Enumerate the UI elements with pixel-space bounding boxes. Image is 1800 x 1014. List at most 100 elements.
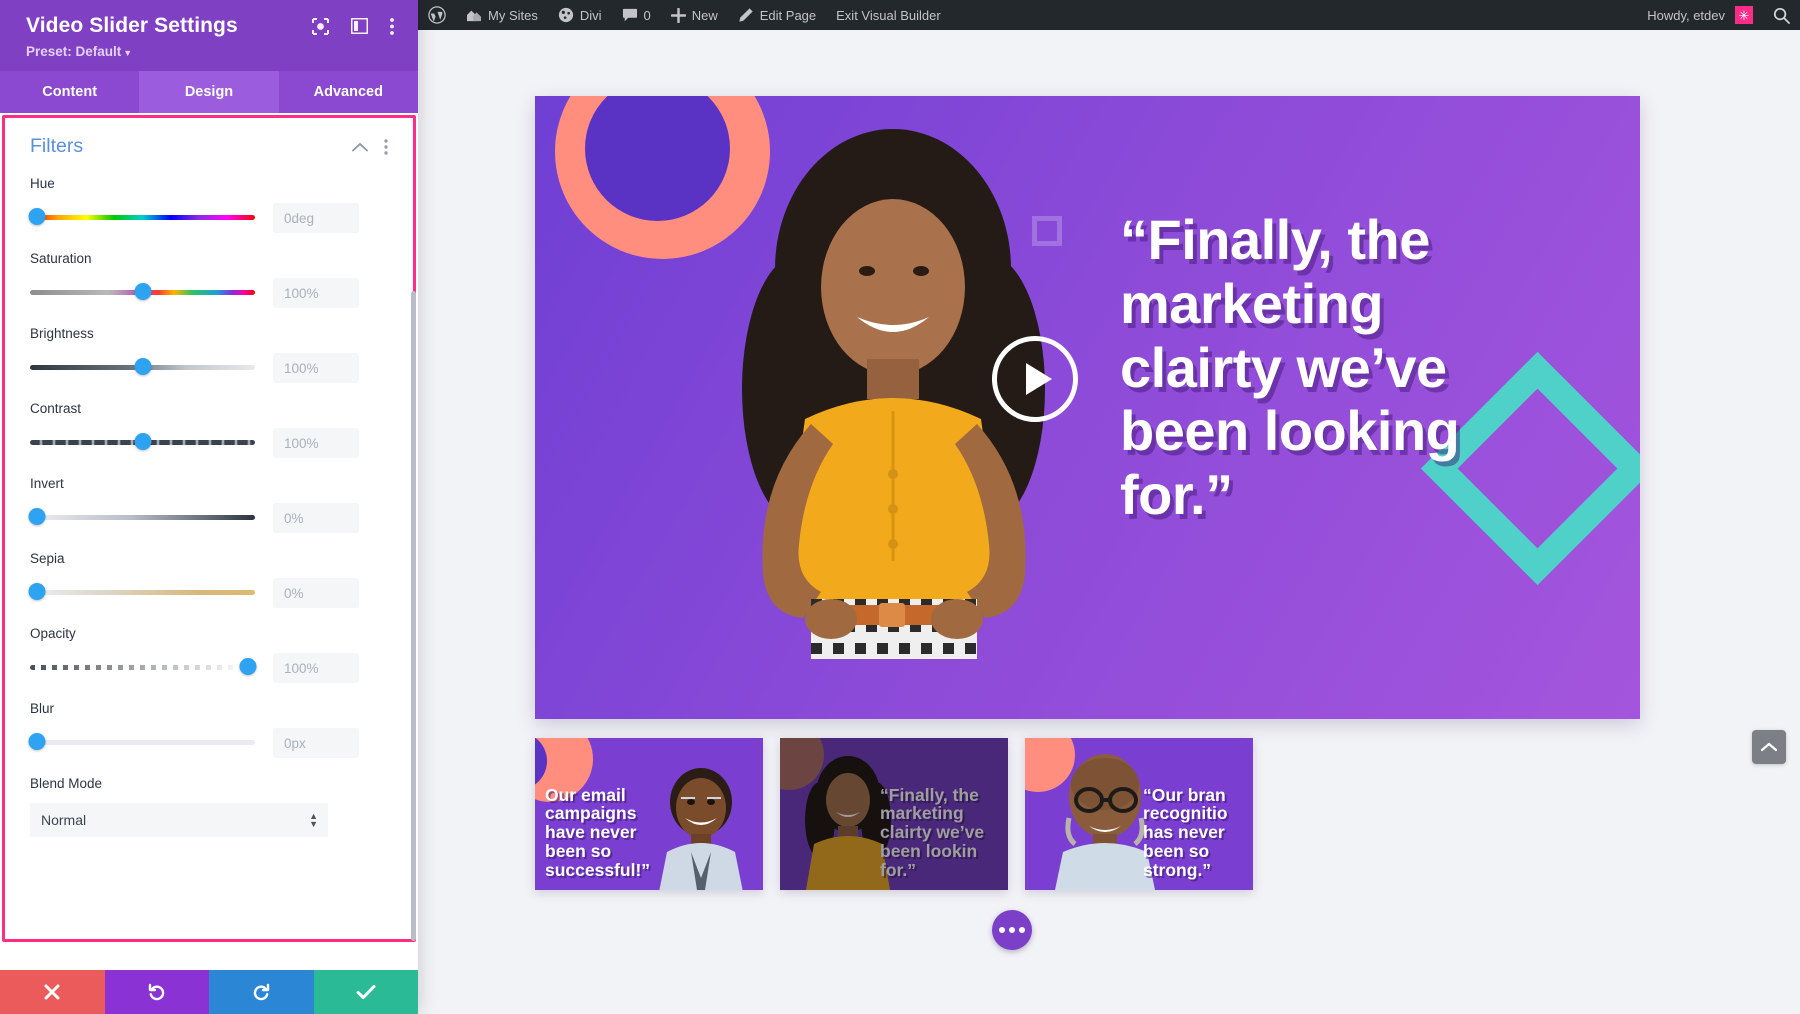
cancel-button[interactable] — [0, 970, 105, 1014]
sites-icon — [467, 10, 481, 22]
check-icon — [356, 985, 376, 999]
play-button[interactable] — [992, 336, 1078, 422]
panel-body: Filters Hue 0deg Saturation 100% Brightn… — [0, 113, 418, 970]
slider-knob[interactable] — [239, 658, 257, 675]
field-blur: Blur 0px — [28, 701, 388, 758]
slider-saturation[interactable] — [30, 283, 255, 303]
field-label: Invert — [30, 476, 64, 491]
thumbnail-slide-1[interactable]: Our email campaigns have never been so s… — [535, 738, 763, 890]
adminbar-label: 0 — [643, 7, 651, 23]
pencil-icon — [739, 8, 753, 22]
search-icon — [1773, 7, 1790, 24]
field-invert: Invert 0% — [28, 476, 388, 533]
chevron-up-icon — [1761, 742, 1777, 752]
thumbnail-slide-3[interactable]: “Our bran recognitio has never been so s… — [1025, 738, 1253, 890]
value-saturation[interactable]: 100% — [273, 278, 359, 308]
slider-opacity[interactable] — [30, 658, 257, 678]
redo-icon — [254, 983, 270, 1001]
section-title: Filters — [30, 135, 84, 157]
kebab-menu-icon[interactable] — [384, 138, 388, 155]
panel-title: Video Slider Settings — [26, 14, 238, 37]
field-label: Opacity — [30, 626, 76, 641]
comment-icon — [622, 8, 637, 21]
save-button[interactable] — [313, 970, 418, 1014]
slider-contrast[interactable] — [30, 433, 255, 453]
thumbnail-quote: Our email campaigns have never been so s… — [545, 784, 651, 881]
thumbnail-slide-2[interactable]: “Finally, the marketing clairty we’ve be… — [780, 738, 1008, 890]
undo-button[interactable] — [104, 970, 209, 1014]
scroll-to-top-button[interactable] — [1752, 730, 1786, 764]
slider-brightness[interactable] — [30, 358, 255, 378]
preset-selector[interactable]: Preset: Default ▼ — [26, 44, 400, 59]
redo-button[interactable] — [209, 970, 314, 1014]
tab-design[interactable]: Design — [139, 71, 279, 113]
panel-header: Video Slider Settings Preset: Default ▼ — [0, 0, 418, 71]
panel-footer — [0, 970, 418, 1014]
adminbar-new[interactable]: New — [661, 0, 728, 30]
slider-knob[interactable] — [28, 733, 46, 750]
value-sepia[interactable]: 0% — [273, 578, 359, 608]
field-sepia: Sepia 0% — [28, 551, 388, 608]
field-label: Contrast — [30, 401, 82, 416]
adminbar-label: My Sites — [488, 7, 538, 23]
play-icon — [1026, 363, 1052, 395]
value-hue[interactable]: 0deg — [273, 203, 359, 233]
target-icon[interactable] — [312, 17, 329, 35]
slider-blur[interactable] — [28, 733, 255, 753]
adminbar-comments[interactable]: 0 — [612, 0, 661, 30]
divi-icon — [558, 7, 573, 23]
slider-track — [30, 215, 255, 220]
value-opacity[interactable]: 100% — [273, 653, 359, 683]
thumbnail-quote: “Finally, the marketing clairty we’ve be… — [880, 784, 985, 881]
slider-track-overlay — [30, 665, 255, 670]
ellipsis-dot — [1009, 927, 1015, 933]
chevron-up-icon[interactable] — [352, 142, 368, 152]
slider-knob[interactable] — [134, 358, 151, 375]
kebab-menu-icon[interactable] — [390, 17, 394, 35]
module-settings-panel: Video Slider Settings Preset: Default ▼ … — [0, 0, 418, 1014]
layout-icon[interactable] — [351, 18, 368, 34]
slider-knob[interactable] — [134, 433, 151, 450]
tab-content[interactable]: Content — [0, 71, 140, 113]
blend-mode-select[interactable]: Normal ▲ ▼ — [30, 803, 328, 837]
visual-builder-canvas: “Finally, the marketing clairty we’ve be… — [418, 30, 1800, 1014]
adminbar-label: Edit Page — [759, 7, 817, 23]
slider-knob[interactable] — [28, 208, 46, 225]
slider-hue[interactable] — [28, 208, 255, 228]
adminbar-edit-page[interactable]: Edit Page — [728, 0, 826, 30]
hero-quote-text: “Finally, the marketing clairty we’ve be… — [1120, 208, 1460, 527]
thumbnail-quote: “Our bran recognitio has never been so s… — [1143, 784, 1228, 881]
adminbar-label: Divi — [579, 7, 602, 23]
panel-scrollbar[interactable] — [411, 291, 416, 941]
thumbnail-strip: Our email campaigns have never been so s… — [535, 738, 1253, 890]
value-invert[interactable]: 0% — [273, 503, 359, 533]
slider-knob[interactable] — [134, 283, 151, 300]
adminbar-account[interactable]: Howdy, etdev ✳ — [1637, 0, 1763, 30]
adminbar-wordpress-logo[interactable] — [418, 0, 456, 30]
howdy-label: Howdy, etdev — [1647, 7, 1725, 23]
value-contrast[interactable]: 100% — [273, 428, 359, 458]
value-blur[interactable]: 0px — [273, 728, 359, 758]
slider-knob[interactable] — [28, 583, 46, 600]
plus-icon — [670, 7, 686, 23]
field-label: Blur — [30, 701, 55, 716]
adminbar-search[interactable] — [1763, 0, 1800, 30]
video-slider-hero[interactable]: “Finally, the marketing clairty we’ve be… — [535, 96, 1640, 719]
adminbar-label: New — [691, 7, 718, 23]
field-label: Hue — [30, 176, 55, 191]
tab-advanced[interactable]: Advanced — [278, 71, 418, 113]
wordpress-icon — [428, 6, 446, 24]
filters-section-header: Filters — [30, 135, 388, 158]
chevron-down-icon: ▼ — [123, 48, 133, 58]
slider-pager-button[interactable] — [992, 910, 1032, 950]
slider-invert[interactable] — [28, 508, 255, 528]
value-brightness[interactable]: 100% — [273, 353, 359, 383]
adminbar-my-sites[interactable]: My Sites — [456, 0, 548, 30]
slider-knob[interactable] — [28, 508, 46, 525]
slider-sepia[interactable] — [28, 583, 255, 603]
adminbar-exit-visual-builder[interactable]: Exit Visual Builder — [826, 0, 951, 30]
slider-track — [30, 740, 255, 745]
adminbar-divi[interactable]: Divi — [548, 0, 612, 30]
field-label: Blend Mode — [30, 776, 103, 791]
field-contrast: Contrast 100% — [30, 401, 388, 458]
